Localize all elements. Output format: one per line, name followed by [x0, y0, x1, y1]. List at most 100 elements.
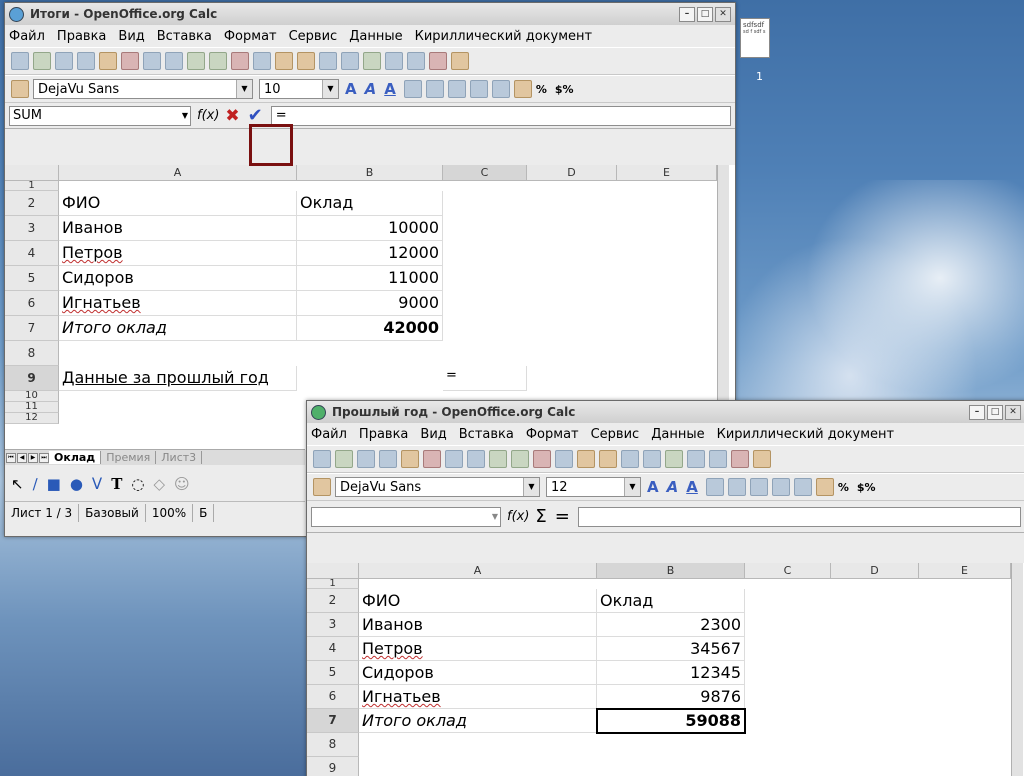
row-header[interactable]: 9 [307, 757, 359, 776]
desktop-file-icon[interactable]: sdfsdf sd f sdf s [740, 18, 770, 58]
menu-view[interactable]: Вид [118, 29, 144, 44]
email-icon[interactable] [379, 450, 397, 468]
cell-a3[interactable]: Иванов [359, 613, 597, 637]
cell-b3[interactable]: 2300 [597, 613, 745, 637]
spellcheck-icon[interactable] [187, 52, 205, 70]
status-page-style[interactable]: Базовый [79, 503, 146, 522]
chevron-down-icon[interactable]: ▼ [236, 80, 252, 98]
maximize-button[interactable]: □ [697, 6, 713, 22]
cell-a9[interactable]: Данные за прошлый год [59, 366, 297, 391]
next-sheet-icon[interactable]: ▶ [28, 452, 38, 463]
maximize-button[interactable]: □ [987, 404, 1003, 420]
line-icon[interactable]: ∕ [33, 475, 38, 493]
clone-format-icon[interactable] [599, 450, 617, 468]
tab-premiya[interactable]: Премия [101, 451, 157, 464]
row-header[interactable]: 6 [5, 291, 59, 316]
menu-cyrillic-document[interactable]: Кириллический документ [415, 29, 593, 44]
cell-b6[interactable]: 9000 [297, 291, 443, 316]
column-header[interactable]: D [831, 563, 919, 579]
redo-icon[interactable] [341, 52, 359, 70]
tab-oklad[interactable]: Оклад [49, 451, 102, 464]
cut-icon[interactable] [533, 450, 551, 468]
cell-a2[interactable]: ФИО [359, 589, 597, 613]
name-box[interactable]: SUM ▼ [9, 105, 191, 126]
open-icon[interactable] [335, 450, 353, 468]
row-header[interactable]: 9 [5, 366, 59, 391]
rectangle-icon[interactable]: ■ [47, 475, 61, 493]
menu-insert[interactable]: Вставка [459, 427, 514, 442]
copy-icon[interactable] [253, 52, 271, 70]
menu-format[interactable]: Формат [224, 29, 277, 44]
tab-list3[interactable]: Лист3 [156, 451, 203, 464]
ellipse-icon[interactable]: ● [70, 475, 83, 493]
prev-sheet-icon[interactable]: ◀ [17, 452, 27, 463]
cell-b6[interactable]: 9876 [597, 685, 745, 709]
row-header[interactable]: 4 [5, 241, 59, 266]
cell-b4[interactable]: 34567 [597, 637, 745, 661]
function-wizard-icon[interactable]: f(x) [197, 108, 219, 123]
hyperlink-icon[interactable] [363, 52, 381, 70]
clone-format-icon[interactable] [297, 52, 315, 70]
align-center-icon[interactable] [425, 80, 444, 98]
sort-descending-icon[interactable] [407, 52, 425, 70]
hyperlink-icon[interactable] [665, 450, 683, 468]
text-icon[interactable]: T [111, 475, 122, 493]
align-left-icon[interactable] [705, 478, 724, 496]
row-header[interactable]: 12 [5, 413, 59, 424]
email-icon[interactable] [77, 52, 95, 70]
chevron-down-icon[interactable]: ▼ [523, 478, 539, 496]
italic-icon[interactable]: A [365, 80, 377, 98]
italic-icon[interactable]: A [667, 478, 679, 496]
print-preview-icon[interactable] [467, 450, 485, 468]
menu-cyrillic-document[interactable]: Кириллический документ [717, 427, 895, 442]
merge-cells-icon[interactable] [491, 80, 510, 98]
justify-icon[interactable] [469, 80, 488, 98]
column-header[interactable]: E [617, 165, 717, 181]
row-header[interactable]: 1 [5, 181, 59, 191]
row-header[interactable]: 8 [5, 341, 59, 366]
cell-b4[interactable]: 12000 [297, 241, 443, 266]
bold-icon[interactable]: A [647, 478, 659, 496]
font-name-select[interactable]: DejaVu Sans ▼ [335, 477, 540, 497]
currency-icon[interactable]: $% [555, 83, 574, 96]
cell-a5[interactable]: Сидоров [59, 266, 297, 291]
minimize-button[interactable]: – [679, 6, 695, 22]
spreadsheet-grid[interactable]: A B C D E 1 2 3 4 5 6 7 8 9 ФИО Оклад Ив… [307, 563, 1024, 776]
undo-icon[interactable] [319, 52, 337, 70]
currency-format-icon[interactable] [815, 478, 834, 496]
curve-icon[interactable]: ᐯ [92, 475, 102, 493]
menu-edit[interactable]: Правка [359, 427, 408, 442]
column-header[interactable]: B [297, 165, 443, 181]
menu-view[interactable]: Вид [420, 427, 446, 442]
row-header[interactable]: 3 [307, 613, 359, 637]
cell-b2[interactable]: Оклад [597, 589, 745, 613]
underline-icon[interactable]: A [384, 80, 396, 98]
export-pdf-icon[interactable] [423, 450, 441, 468]
formula-input[interactable]: = [270, 105, 731, 126]
draw-functions-icon[interactable] [753, 450, 771, 468]
merge-cells-icon[interactable] [793, 478, 812, 496]
corner-cell[interactable] [5, 165, 59, 181]
menu-file[interactable]: Файл [9, 29, 45, 44]
symbol-shapes-icon[interactable]: ☺ [174, 475, 190, 493]
status-zoom[interactable]: 100% [146, 503, 194, 522]
cell-b2[interactable]: Оклад [297, 191, 443, 216]
row-header[interactable]: 6 [307, 685, 359, 709]
sum-icon[interactable]: Σ [535, 506, 546, 527]
sort-descending-icon[interactable] [709, 450, 727, 468]
menu-format[interactable]: Формат [526, 427, 579, 442]
autospellcheck-icon[interactable] [209, 52, 227, 70]
row-header[interactable]: 2 [5, 191, 59, 216]
save-icon[interactable] [357, 450, 375, 468]
print-icon[interactable] [445, 450, 463, 468]
undo-icon[interactable] [621, 450, 639, 468]
select-arrow-icon[interactable]: ↖ [11, 475, 24, 493]
paste-icon[interactable] [577, 450, 595, 468]
chevron-down-icon[interactable]: ▼ [322, 80, 338, 98]
name-box[interactable]: ▼ [311, 506, 501, 527]
menu-file[interactable]: Файл [311, 427, 347, 442]
autospellcheck-icon[interactable] [511, 450, 529, 468]
column-header[interactable]: A [59, 165, 297, 181]
row-header[interactable]: 7 [5, 316, 59, 341]
menu-edit[interactable]: Правка [57, 29, 106, 44]
